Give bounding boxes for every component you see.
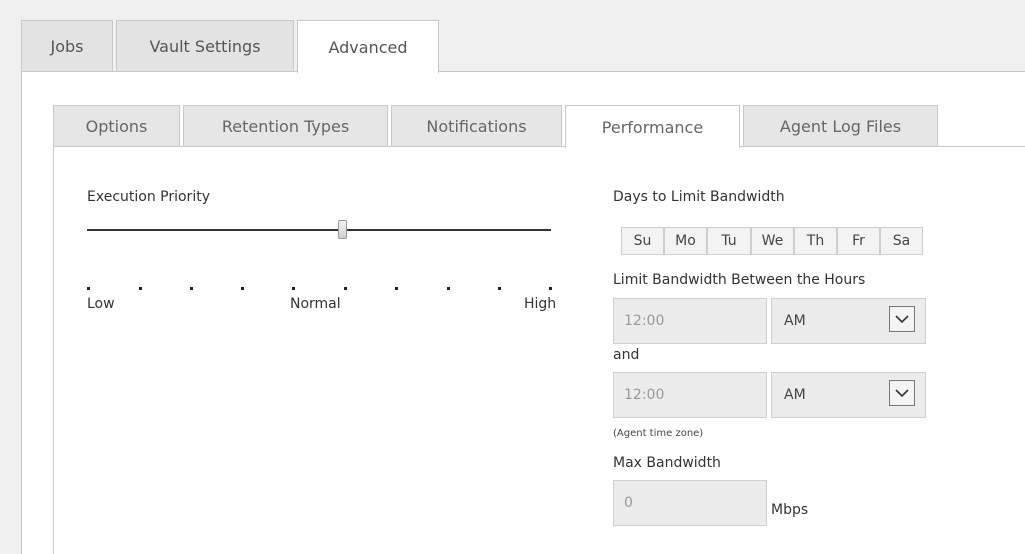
day-label: We [761, 233, 784, 249]
days-to-limit-bandwidth-label: Days to Limit Bandwidth [613, 189, 785, 205]
start-time-input[interactable]: 12:00 [613, 298, 767, 344]
tab-vault-settings-label: Vault Settings [149, 37, 261, 56]
max-bandwidth-input[interactable]: 0 [613, 480, 767, 526]
day-label: Mo [675, 233, 696, 249]
slider-tick [292, 287, 295, 290]
chevron-down-icon[interactable] [889, 380, 915, 406]
max-bandwidth-value: 0 [624, 495, 633, 511]
max-bandwidth-label: Max Bandwidth [613, 455, 721, 471]
day-label: Tu [721, 233, 737, 249]
start-time-value: 12:00 [624, 313, 665, 329]
slider-tick [549, 287, 552, 290]
execution-priority-label: Execution Priority [87, 189, 210, 205]
end-ampm-select[interactable]: AM [771, 372, 926, 418]
tab-agent-log-files[interactable]: Agent Log Files [743, 105, 938, 147]
tab-notifications-label: Notifications [426, 117, 527, 136]
slider-tick [190, 287, 193, 290]
tab-agent-log-files-label: Agent Log Files [779, 117, 902, 136]
and-label: and [613, 347, 640, 363]
slider-tick [241, 287, 244, 290]
slider-tick [344, 287, 347, 290]
day-label: Fr [852, 233, 865, 249]
end-time-value: 12:00 [624, 387, 665, 403]
start-ampm-value: AM [784, 313, 806, 329]
chevron-down-icon[interactable] [889, 306, 915, 332]
tab-advanced[interactable]: Advanced [297, 20, 439, 73]
tab-notifications[interactable]: Notifications [391, 105, 562, 147]
slider-tick [498, 287, 501, 290]
day-toggle-we[interactable]: We [751, 227, 794, 255]
day-toggle-tu[interactable]: Tu [707, 227, 751, 255]
slider-tick [447, 287, 450, 290]
slider-tick [395, 287, 398, 290]
tab-advanced-label: Advanced [328, 37, 408, 57]
day-label: Th [806, 233, 825, 249]
tab-performance[interactable]: Performance [565, 105, 740, 148]
day-toggle-su[interactable]: Su [621, 227, 664, 255]
day-toggle-mo[interactable]: Mo [664, 227, 707, 255]
priority-normal-label: Normal [290, 296, 341, 312]
day-toggle-sa[interactable]: Sa [880, 227, 923, 255]
execution-priority-slider-track[interactable] [87, 229, 551, 231]
priority-low-label: Low [87, 296, 115, 312]
limit-hours-label: Limit Bandwidth Between the Hours [613, 272, 866, 288]
slider-tick [139, 287, 142, 290]
tab-options-label: Options [85, 117, 148, 136]
tab-options[interactable]: Options [53, 105, 180, 147]
timezone-note: (Agent time zone) [613, 428, 704, 439]
end-time-input[interactable]: 12:00 [613, 372, 767, 418]
day-label: Su [633, 233, 652, 249]
end-ampm-value: AM [784, 387, 806, 403]
day-toggle-th[interactable]: Th [794, 227, 837, 255]
slider-tick [87, 287, 90, 290]
execution-priority-slider-thumb[interactable] [337, 220, 347, 239]
day-label: Sa [892, 233, 911, 249]
tab-performance-label: Performance [601, 117, 704, 137]
tab-retention-types-label: Retention Types [221, 117, 350, 136]
tab-vault-settings[interactable]: Vault Settings [116, 20, 294, 72]
tab-jobs-label: Jobs [50, 37, 84, 56]
start-ampm-select[interactable]: AM [771, 298, 926, 344]
priority-high-label: High [524, 296, 557, 312]
tab-jobs[interactable]: Jobs [21, 20, 113, 72]
tab-retention-types[interactable]: Retention Types [183, 105, 388, 147]
bandwidth-unit: Mbps [771, 502, 809, 518]
day-toggle-fr[interactable]: Fr [837, 227, 880, 255]
performance-panel [53, 146, 1025, 554]
